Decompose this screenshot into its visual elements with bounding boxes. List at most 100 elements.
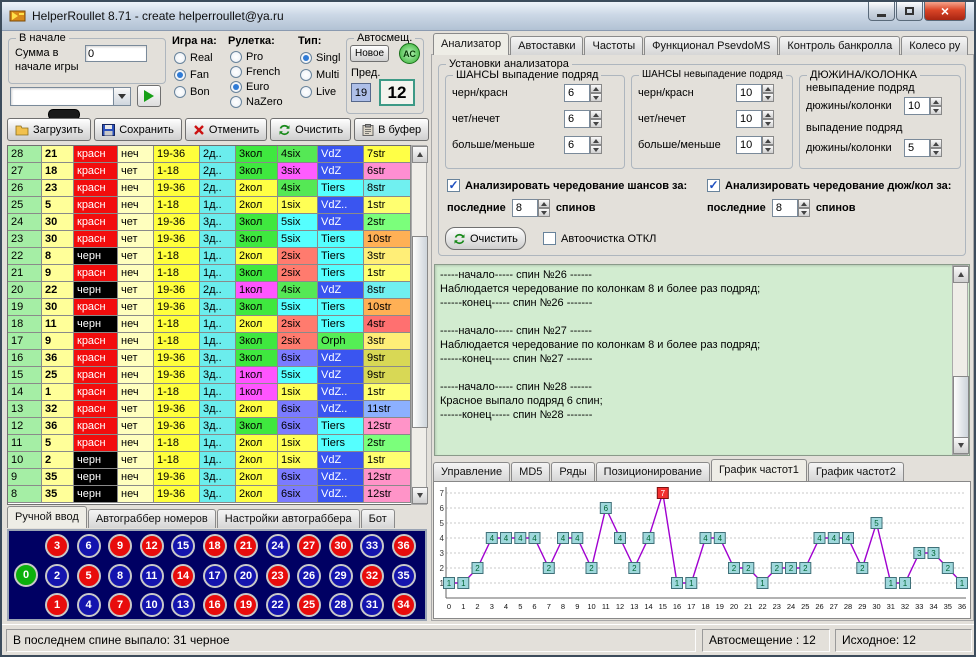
scroll-up-button[interactable] — [953, 266, 969, 283]
spin-value[interactable]: 10 — [904, 97, 930, 115]
combo-dropdown-button[interactable] — [114, 87, 131, 106]
table-row[interactable]: 2623красннеч19-362д..2кол4sixTiers8str — [8, 180, 412, 197]
spin-value[interactable]: 6 — [564, 84, 590, 102]
input-tab-3[interactable]: Настройки автограббера — [217, 509, 360, 528]
board-number-10[interactable]: 10 — [140, 593, 164, 617]
board-number-15[interactable]: 15 — [171, 534, 195, 558]
last-dozen-spins-spinner[interactable]: 8 — [772, 199, 810, 217]
board-number-30[interactable]: 30 — [329, 534, 353, 558]
scroll-thumb[interactable] — [412, 236, 428, 428]
undo-button[interactable]: Отменить — [185, 118, 267, 141]
start-sum-input[interactable] — [85, 45, 147, 62]
radio-french[interactable] — [230, 66, 242, 78]
board-number-26[interactable]: 26 — [297, 564, 321, 588]
scroll-thumb[interactable] — [953, 376, 969, 438]
main-tab-2[interactable]: Автоставки — [510, 36, 583, 55]
table-row[interactable]: 835черннеч19-363д..2кол6sixVdZ..12str — [8, 486, 412, 503]
spin-up-button[interactable] — [590, 110, 602, 119]
table-row[interactable]: 2718краснчет1-182д..3кол3sixVdZ6str — [8, 163, 412, 180]
board-number-13[interactable]: 13 — [171, 593, 195, 617]
scroll-down-button[interactable] — [953, 437, 969, 454]
main-tab-6[interactable]: Колесо ру — [901, 36, 968, 55]
spin-value[interactable]: 10 — [736, 84, 762, 102]
spin-up-button[interactable] — [590, 84, 602, 93]
main-tab-1[interactable]: Анализатор — [433, 33, 509, 55]
board-number-7[interactable]: 7 — [108, 593, 132, 617]
main-tab-4[interactable]: Функционал PsevdoMS — [644, 36, 778, 55]
chart-tab-2[interactable]: MD5 — [511, 462, 550, 481]
board-number-36[interactable]: 36 — [392, 534, 416, 558]
titlebar[interactable]: HelperRoullet 8.71 - create helperroulle… — [2, 2, 974, 31]
spin-value[interactable]: 6 — [564, 136, 590, 154]
board-number-27[interactable]: 27 — [297, 534, 321, 558]
board-number-9[interactable]: 9 — [108, 534, 132, 558]
board-number-1[interactable]: 1 — [45, 593, 69, 617]
board-number-21[interactable]: 21 — [234, 534, 258, 558]
hit-row3-spinner[interactable]: 6 — [564, 136, 602, 154]
table-row[interactable]: 141красннеч1-181д..1кол1sixVdZ..1str — [8, 384, 412, 401]
spin-up-button[interactable] — [930, 97, 942, 106]
radio-fan[interactable] — [174, 69, 186, 81]
board-number-2[interactable]: 2 — [45, 564, 69, 588]
spin-up-button[interactable] — [930, 139, 942, 148]
board-number-16[interactable]: 16 — [203, 593, 227, 617]
spin-up-button[interactable] — [762, 110, 774, 119]
scroll-up-button[interactable] — [412, 146, 428, 163]
board-number-17[interactable]: 17 — [203, 564, 227, 588]
spin-down-button[interactable] — [930, 106, 942, 115]
table-row[interactable]: 1332краснчет19-363д..2кол6sixVdZ..11str — [8, 401, 412, 418]
hit-row2-spinner[interactable]: 6 — [564, 110, 602, 128]
spin-up-button[interactable] — [538, 199, 550, 208]
spin-value[interactable]: 10 — [736, 110, 762, 128]
board-number-11[interactable]: 11 — [140, 564, 164, 588]
table-row[interactable]: 102чернчет1-181д..2кол1sixVdZ1str — [8, 452, 412, 469]
table-row[interactable]: 228чернчет1-181д..2кол2sixTiers3str — [8, 248, 412, 265]
spin-down-button[interactable] — [590, 145, 602, 154]
chart-tab-6[interactable]: График частот2 — [808, 462, 904, 481]
board-number-23[interactable]: 23 — [266, 564, 290, 588]
spin-up-button[interactable] — [590, 136, 602, 145]
radio-nazero[interactable] — [230, 96, 242, 108]
board-number-0[interactable]: 0 — [14, 563, 38, 587]
analyze-dozen-checkbox[interactable] — [707, 179, 720, 192]
board-number-6[interactable]: 6 — [77, 534, 101, 558]
analyze-chances-checkbox[interactable] — [447, 179, 460, 192]
spin-down-button[interactable] — [538, 208, 550, 217]
table-row[interactable]: 935черннеч19-363д..2кол6sixVdZ..12str — [8, 469, 412, 486]
board-number-12[interactable]: 12 — [140, 534, 164, 558]
table-row[interactable]: 1236краснчет19-363д..3кол6sixTiers12str — [8, 418, 412, 435]
board-number-3[interactable]: 3 — [45, 534, 69, 558]
radio-live[interactable] — [300, 86, 312, 98]
chart-tab-3[interactable]: Ряды — [551, 462, 594, 481]
spin-down-button[interactable] — [762, 119, 774, 128]
spin-value[interactable]: 8 — [512, 199, 538, 217]
hit-row1-spinner[interactable]: 6 — [564, 84, 602, 102]
board-number-32[interactable]: 32 — [360, 564, 384, 588]
table-scrollbar[interactable] — [411, 145, 427, 505]
board-number-33[interactable]: 33 — [360, 534, 384, 558]
radio-multi[interactable] — [300, 69, 312, 81]
board-number-22[interactable]: 22 — [266, 593, 290, 617]
input-tab-2[interactable]: Автограббер номеров — [88, 509, 216, 528]
radio-bon[interactable] — [174, 86, 186, 98]
maximize-button[interactable] — [896, 2, 923, 21]
table-row[interactable]: 1811черннеч1-181д..2кол2sixTiers4str — [8, 316, 412, 333]
board-number-25[interactable]: 25 — [297, 593, 321, 617]
board-number-28[interactable]: 28 — [329, 593, 353, 617]
miss-row1-spinner[interactable]: 10 — [736, 84, 774, 102]
board-number-19[interactable]: 19 — [234, 593, 258, 617]
clear-button[interactable]: Очистить — [270, 118, 351, 141]
board-number-24[interactable]: 24 — [266, 534, 290, 558]
chart-tab-1[interactable]: Управление — [433, 462, 510, 481]
table-row[interactable]: 179красннеч1-181д..3кол2sixOrph3str — [8, 333, 412, 350]
table-row[interactable]: 219красннеч1-181д..3кол2sixTiers1str — [8, 265, 412, 282]
spin-down-button[interactable] — [590, 119, 602, 128]
spin-up-button[interactable] — [798, 199, 810, 208]
table-row[interactable]: 2430краснчет19-363д..3кол5sixVdZ2str — [8, 214, 412, 231]
spin-down-button[interactable] — [798, 208, 810, 217]
table-row[interactable]: 115красннеч1-181д..2кол1sixTiers2str — [8, 435, 412, 452]
spin-up-button[interactable] — [762, 84, 774, 93]
analyzer-clear-button[interactable]: Очистить — [445, 227, 526, 250]
last-spins-spinner[interactable]: 8 — [512, 199, 550, 217]
table-row[interactable]: 1636краснчет19-363д..3кол6sixVdZ9str — [8, 350, 412, 367]
